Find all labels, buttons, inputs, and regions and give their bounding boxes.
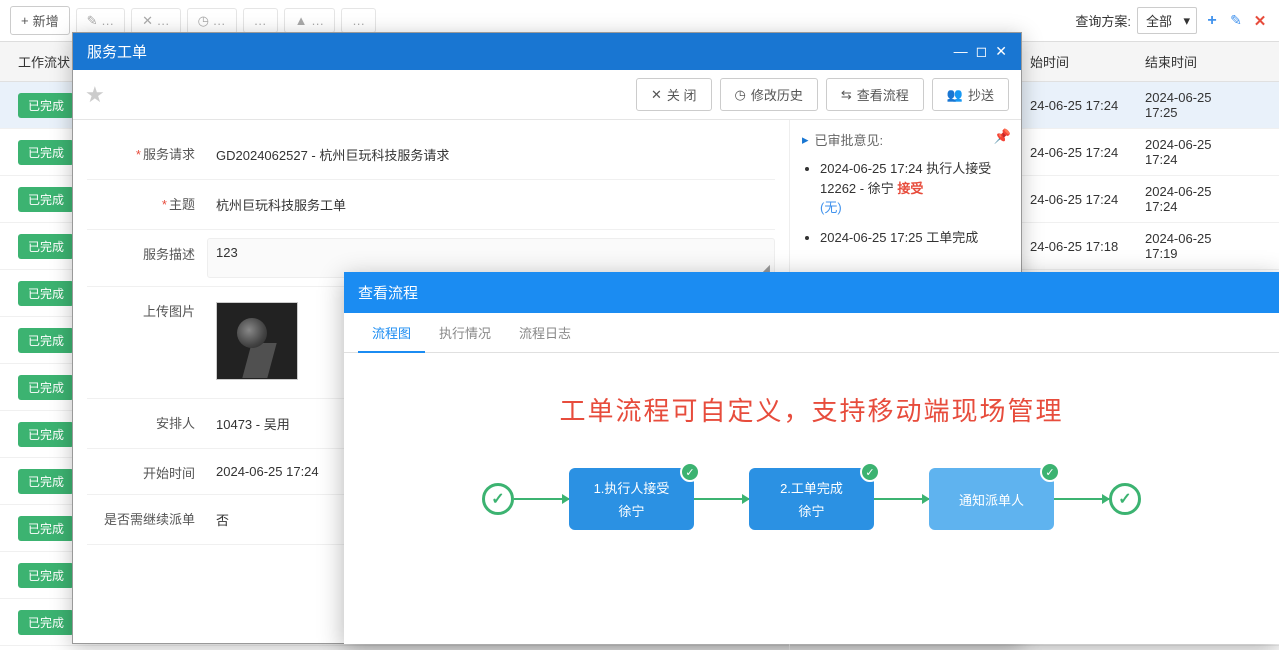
tab-log[interactable]: 流程日志 xyxy=(505,313,585,352)
close-button[interactable]: ✕关 闭 xyxy=(636,78,712,111)
status-badge: 已完成 xyxy=(18,375,74,400)
pin-icon[interactable]: 📌 xyxy=(994,128,1011,145)
label-desc: 服务描述 xyxy=(87,238,207,263)
cell-end: 2024-06-25 17:25 xyxy=(1135,90,1250,120)
status-badge: 已完成 xyxy=(18,281,74,306)
cell-end: 2024-06-25 17:19 xyxy=(1135,231,1250,261)
minimize-icon[interactable]: — xyxy=(954,43,968,60)
status-badge: 已完成 xyxy=(18,93,74,118)
approval-heading: ▸ 已审批意见: xyxy=(802,130,1009,149)
status-badge: 已完成 xyxy=(18,516,74,541)
caret-down-icon: ▾ xyxy=(1183,13,1190,29)
label-service-request: 服务请求 xyxy=(87,138,207,163)
value-service-request[interactable]: GD2024062527 - 杭州巨玩科技服务请求 xyxy=(207,138,775,171)
flow-arrow xyxy=(1054,498,1109,500)
process-tabs: 流程图 执行情况 流程日志 xyxy=(344,313,1279,353)
check-icon: ✓ xyxy=(1040,462,1060,482)
share-icon: ⇆ xyxy=(841,87,852,103)
cell-start: 24-06-25 17:24 xyxy=(1020,145,1135,160)
annotation-text: 工单流程可自定义，支持移动端现场管理 xyxy=(364,391,1259,428)
cc-button[interactable]: 👥抄送 xyxy=(932,78,1009,111)
plus-icon: + xyxy=(21,13,29,28)
x-icon: ✕ xyxy=(651,87,662,103)
flow-arrow xyxy=(514,498,569,500)
add-button[interactable]: + 新增 xyxy=(10,6,70,35)
history-button[interactable]: ◷修改历史 xyxy=(720,78,818,111)
status-badge: 已完成 xyxy=(18,187,74,212)
modal-toolbar: ★ ✕关 闭 ◷修改历史 ⇆查看流程 👥抄送 xyxy=(73,70,1021,120)
query-plan-value: 全部 xyxy=(1146,14,1172,29)
flow-arrow xyxy=(874,498,929,500)
add-label: 新增 xyxy=(33,11,59,30)
query-plan-label: 查询方案: xyxy=(1075,11,1131,30)
value-subject[interactable]: 杭州巨玩科技服务工单 xyxy=(207,188,775,221)
flow-node-1[interactable]: ✓ 1.执行人接受 徐宁 xyxy=(569,468,694,530)
maximize-icon[interactable]: ◻ xyxy=(976,43,988,60)
label-continue: 是否需继续派单 xyxy=(87,503,207,528)
clock-icon: ◷ xyxy=(735,87,746,103)
uploaded-thumbnail[interactable] xyxy=(216,302,298,380)
favorite-star-icon[interactable]: ★ xyxy=(85,82,105,108)
approval-item-2: 2024-06-25 17:25 工单完成 xyxy=(820,228,1009,248)
label-assignee: 安排人 xyxy=(87,407,207,432)
tab-execution[interactable]: 执行情况 xyxy=(425,313,505,352)
check-icon: ✓ xyxy=(680,462,700,482)
tab-diagram[interactable]: 流程图 xyxy=(358,313,425,352)
flow-diagram: ✓ ✓ 1.执行人接受 徐宁 ✓ 2.工单完成 徐宁 ✓ 通知派单人 ✓ xyxy=(364,468,1259,530)
flow-start-node: ✓ xyxy=(482,483,514,515)
label-start-time: 开始时间 xyxy=(87,457,207,482)
toolbar-btn-2[interactable]: ✎ … xyxy=(76,8,126,34)
cell-start: 24-06-25 17:18 xyxy=(1020,239,1135,254)
toolbar-btn-5[interactable]: … xyxy=(243,8,278,33)
cell-start: 24-06-25 17:24 xyxy=(1020,192,1135,207)
status-badge: 已完成 xyxy=(18,610,74,635)
none-text: (无) xyxy=(820,200,842,215)
flow-node-3[interactable]: ✓ 通知派单人 xyxy=(929,468,1054,530)
modal-title: 服务工单 xyxy=(87,41,147,62)
status-badge: 已完成 xyxy=(18,234,74,259)
approval-item-1: 2024-06-25 17:24 执行人接受 12262 - 徐宁 接受 (无) xyxy=(820,159,1009,218)
status-badge: 已完成 xyxy=(18,422,74,447)
flow-node-2[interactable]: ✓ 2.工单完成 徐宁 xyxy=(749,468,874,530)
cell-end: 2024-06-25 17:24 xyxy=(1135,137,1250,167)
modal-titlebar: 服务工单 — ◻ ✕ xyxy=(73,33,1021,70)
header-start: 始时间 xyxy=(1020,52,1135,71)
process-modal-title: 查看流程 xyxy=(344,272,1279,313)
query-delete-icon[interactable]: ✕ xyxy=(1251,12,1269,30)
toolbar-btn-4[interactable]: ◷ … xyxy=(187,8,237,34)
label-subject: 主题 xyxy=(87,188,207,213)
header-end: 结束时间 xyxy=(1135,52,1250,71)
toolbar-btn-3[interactable]: ✕ … xyxy=(131,8,181,34)
accept-badge: 接受 xyxy=(897,181,923,196)
toolbar-btn-7[interactable]: … xyxy=(341,8,376,33)
status-badge: 已完成 xyxy=(18,328,74,353)
cell-start: 24-06-25 17:24 xyxy=(1020,98,1135,113)
view-process-button[interactable]: ⇆查看流程 xyxy=(826,78,924,111)
process-viewer-modal: 查看流程 流程图 执行情况 流程日志 工单流程可自定义，支持移动端现场管理 ✓ … xyxy=(344,272,1279,644)
query-edit-icon[interactable]: ✎ xyxy=(1227,12,1245,30)
status-badge: 已完成 xyxy=(18,469,74,494)
flag-icon: ▸ xyxy=(802,132,809,148)
label-image: 上传图片 xyxy=(87,295,207,320)
status-badge: 已完成 xyxy=(18,140,74,165)
cell-end: 2024-06-25 17:24 xyxy=(1135,184,1250,214)
toolbar-btn-6[interactable]: ▲ … xyxy=(284,8,335,33)
close-icon[interactable]: ✕ xyxy=(995,43,1007,60)
query-plan-select[interactable]: 全部 ▾ xyxy=(1137,7,1197,34)
flow-end-node: ✓ xyxy=(1109,483,1141,515)
query-add-icon[interactable]: + xyxy=(1203,12,1221,30)
people-icon: 👥 xyxy=(947,87,963,103)
status-badge: 已完成 xyxy=(18,563,74,588)
check-icon: ✓ xyxy=(860,462,880,482)
flow-arrow xyxy=(694,498,749,500)
